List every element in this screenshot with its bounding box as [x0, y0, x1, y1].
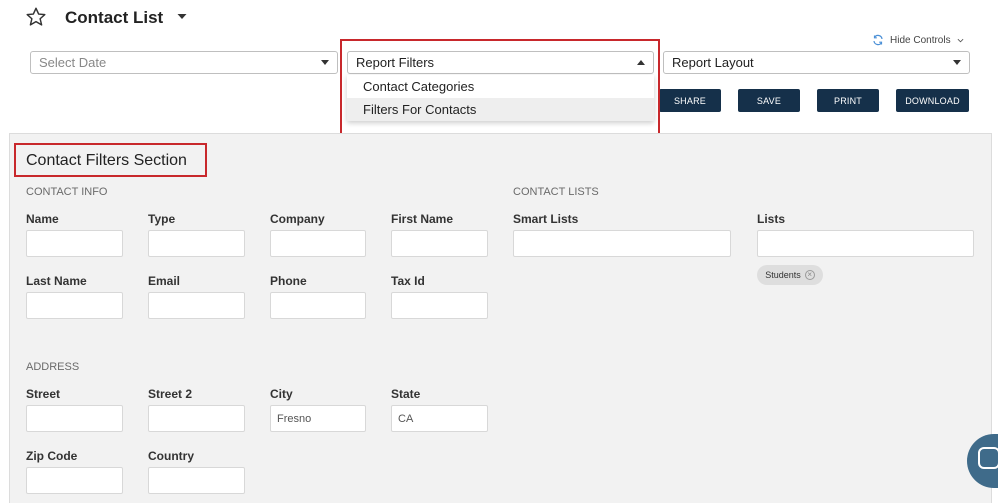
date-select[interactable]: Select Date	[30, 51, 338, 74]
hide-controls-toggle[interactable]: Hide Controls	[872, 34, 964, 46]
contact-info-heading: CONTACT INFO	[26, 186, 108, 198]
hide-controls-label: Hide Controls	[890, 34, 951, 46]
type-input[interactable]	[148, 230, 245, 257]
smart-lists-label: Smart Lists	[513, 212, 579, 226]
star-icon[interactable]	[25, 6, 47, 28]
country-input[interactable]	[148, 467, 245, 494]
email-label: Email	[148, 274, 181, 288]
print-button[interactable]: PRINT	[817, 89, 879, 112]
contact-lists-heading: CONTACT LISTS	[513, 186, 599, 198]
refresh-icon[interactable]	[872, 34, 884, 46]
page-title: Contact List	[65, 8, 164, 27]
tax-id-label: Tax Id	[391, 274, 425, 288]
download-button[interactable]: DOWNLOAD	[896, 89, 969, 112]
chevron-down-icon	[321, 60, 329, 65]
street2-input[interactable]	[148, 405, 245, 432]
company-label: Company	[270, 212, 325, 226]
remove-tag-icon[interactable]: ×	[804, 270, 815, 280]
last-name-input[interactable]	[26, 292, 123, 319]
address-heading: ADDRESS	[26, 361, 80, 373]
street2-label: Street 2	[148, 387, 193, 401]
chevron-down-icon	[953, 60, 961, 65]
country-label: Country	[148, 449, 194, 463]
section-title: Contact Filters Section	[26, 152, 187, 169]
report-layout-label: Report Layout	[672, 55, 754, 70]
last-name-label: Last Name	[26, 274, 87, 288]
phone-label: Phone	[270, 274, 307, 288]
list-tag-label: Students	[765, 270, 801, 280]
report-layout-select[interactable]: Report Layout	[663, 51, 970, 74]
zip-code-label: Zip Code	[26, 449, 78, 463]
caret-down-icon[interactable]	[176, 10, 188, 22]
company-input[interactable]	[270, 230, 366, 257]
report-filters-highlight	[340, 39, 660, 135]
date-select-label: Select Date	[39, 55, 107, 70]
street-label: Street	[26, 387, 61, 401]
tax-id-input[interactable]	[391, 292, 488, 319]
lists-label: Lists	[757, 212, 786, 226]
city-input[interactable]: Fresno	[270, 405, 366, 432]
state-input[interactable]: CA	[391, 405, 488, 432]
share-button[interactable]: SHARE	[659, 89, 721, 112]
zip-code-input[interactable]	[26, 467, 123, 494]
save-button[interactable]: SAVE	[738, 89, 800, 112]
type-label: Type	[148, 212, 176, 226]
first-name-input[interactable]	[391, 230, 488, 257]
lists-input[interactable]	[757, 230, 974, 257]
email-input[interactable]	[148, 292, 245, 319]
phone-input[interactable]	[270, 292, 366, 319]
first-name-label: First Name	[391, 212, 454, 226]
list-tag-students[interactable]: Students ×	[757, 265, 823, 285]
state-label: State	[391, 387, 421, 401]
street-input[interactable]	[26, 405, 123, 432]
city-label: City	[270, 387, 293, 401]
name-label: Name	[26, 212, 59, 226]
chat-icon	[978, 447, 998, 469]
chevron-down-icon	[957, 38, 964, 42]
smart-lists-input[interactable]	[513, 230, 731, 257]
name-input[interactable]	[26, 230, 123, 257]
